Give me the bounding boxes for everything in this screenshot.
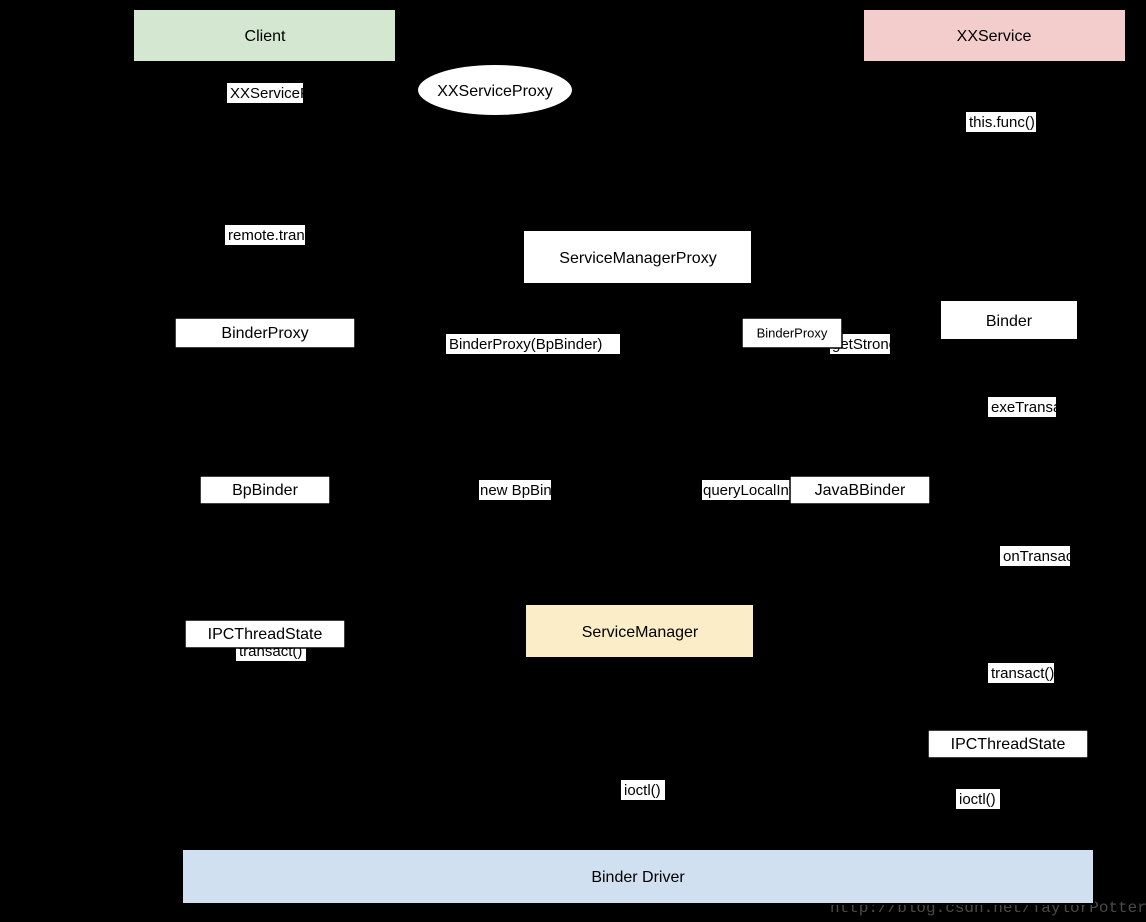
- node-servicemanagerproxy: ServiceManagerProxy: [523, 230, 752, 284]
- node-binderproxy-top: BinderProxy: [175, 318, 355, 348]
- edges-group: [265, 40, 1124, 849]
- svg-text:getStrongBinder: getStrongBinder: [832, 336, 940, 353]
- svg-text:Binder: Binder: [986, 313, 1033, 330]
- diagram-canvas: http://blog.csdn.net/TaylorPotter: [0, 0, 1146, 922]
- node-binder: Binder: [940, 300, 1078, 340]
- node-xxserviceproxy: XXServiceProxy: [417, 64, 573, 116]
- lbl-javab-binder: onTransact(): [1000, 546, 1087, 566]
- svg-text:IPCThreadState: IPCThreadState: [208, 626, 323, 643]
- svg-text:onTransact(): onTransact(): [1003, 548, 1087, 565]
- svg-text:BinderProxy(BpBinder): BinderProxy(BpBinder): [449, 336, 602, 353]
- node-ipcthreadstate-right: IPCThreadState: [928, 730, 1088, 758]
- edge-labels: XXServiceProxy.func() remote.transact() …: [225, 83, 1087, 809]
- svg-text:BinderProxy: BinderProxy: [757, 325, 828, 340]
- node-binderdriver: Binder Driver: [182, 849, 1094, 904]
- svg-text:IPCThreadState: IPCThreadState: [951, 736, 1066, 753]
- svg-text:BpBinder: BpBinder: [232, 482, 298, 499]
- edge-smp-bpmid: [640, 284, 748, 332]
- lbl-xxservice-self: this.func(): [966, 112, 1036, 132]
- node-binderproxy-mid: BinderProxy: [742, 318, 842, 348]
- svg-text:XXServiceProxy.func(): XXServiceProxy.func(): [230, 85, 380, 102]
- svg-text:ioctl(): ioctl(): [624, 782, 661, 799]
- lbl-proxy-top: remote.transact(): [225, 225, 342, 245]
- node-bpbinder: BpBinder: [200, 476, 330, 504]
- lbl-binder-xxservice: exeTransact(): [988, 397, 1083, 417]
- svg-text:exeTransact(): exeTransact(): [991, 399, 1083, 416]
- edge-javab-binder: [915, 340, 990, 476]
- lbl-ipc-driver-l: ioctl(): [621, 780, 665, 800]
- svg-text:ServiceManager: ServiceManager: [582, 624, 699, 641]
- edge-sm-javab: [750, 500, 798, 610]
- node-client: Client: [133, 9, 396, 62]
- svg-text:XXService: XXService: [957, 28, 1032, 45]
- svg-text:BinderProxy: BinderProxy: [221, 325, 308, 342]
- svg-text:JavaBBinder: JavaBBinder: [815, 482, 906, 499]
- svg-text:Client: Client: [245, 28, 286, 45]
- svg-text:new BpBinder(handle): new BpBinder(handle): [480, 482, 628, 499]
- node-ipcthreadstate-left: IPCThreadState: [185, 620, 345, 648]
- svg-text:remote.transact(): remote.transact(): [228, 227, 342, 244]
- node-javabbinder: JavaBBinder: [790, 476, 930, 504]
- svg-text:Binder Driver: Binder Driver: [591, 869, 685, 886]
- svg-text:ioctl(): ioctl(): [959, 791, 996, 808]
- edge-binderproxy-smp: [358, 275, 527, 332]
- edge-sm-bpbinder: [332, 497, 528, 635]
- lbl-new-bpbinder: new BpBinder(handle): [479, 480, 628, 500]
- edge-ipcR-javab: [870, 505, 970, 730]
- svg-text:XXServiceProxy: XXServiceProxy: [437, 83, 553, 100]
- svg-text:this.func(): this.func(): [969, 114, 1035, 131]
- edge-bpmid-binder: [835, 325, 940, 335]
- lbl-bpmid: BinderProxy(BpBinder): [446, 334, 620, 354]
- svg-text:transact(): transact(): [991, 665, 1054, 682]
- lbl-ipc-driver-r: ioctl(): [956, 789, 1000, 809]
- edge-binder-xxservice: [993, 62, 1008, 308]
- svg-text:ServiceManagerProxy: ServiceManagerProxy: [559, 250, 716, 267]
- lbl-client-proxy: XXServiceProxy.func(): [227, 83, 380, 103]
- lbl-getstrong: getStrongBinder: [830, 334, 940, 354]
- node-servicemanager: ServiceManager: [525, 604, 754, 658]
- node-xxservice: XXService: [863, 9, 1126, 62]
- lbl-ipcR-javab: transact(): [988, 663, 1054, 683]
